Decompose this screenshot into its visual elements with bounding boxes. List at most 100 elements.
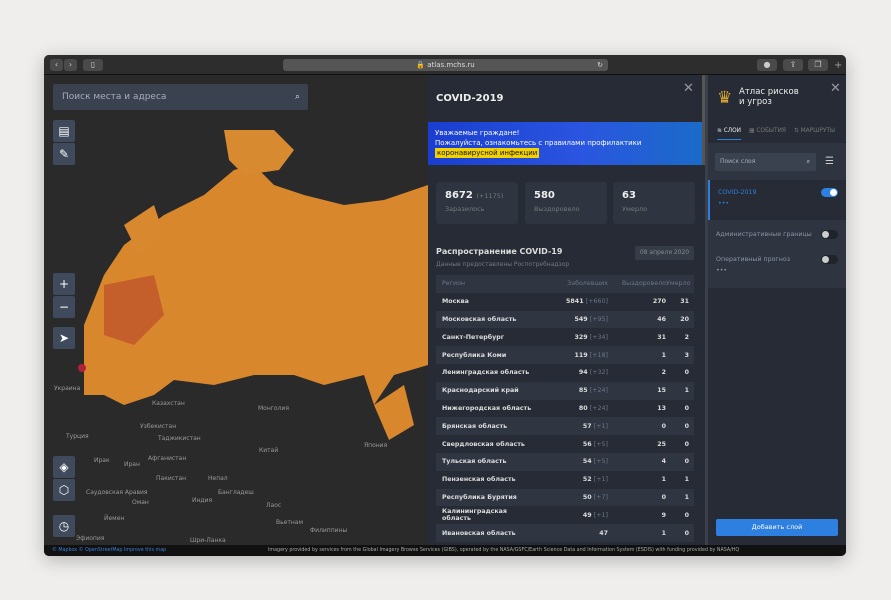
column-header[interactable]: Регион — [436, 280, 538, 287]
layer-covid[interactable]: COVID-2019 ••• — [708, 180, 846, 220]
map-label: Таджикистан — [158, 435, 201, 442]
deaths-cell: 2 — [684, 333, 689, 341]
table-header: Регион Заболевших Выздоровело Умерло — [436, 275, 694, 293]
recovered-cell: 9 — [661, 511, 666, 519]
map-label: Вьетнам — [276, 519, 303, 526]
share-icon[interactable]: ⇪ — [783, 59, 803, 71]
map-view[interactable]: Поиск места и адреса ⌕ ▤ ✎ + − ➤ ◈ ⬡ ◷ Ук… — [44, 75, 428, 545]
sidebar-tabs: ≋ СЛОИ ▦ СОБЫТИЯ ⇅ МАРШРУТЫ — [717, 128, 835, 140]
stat-value: 8672 — [445, 190, 473, 201]
info-banner[interactable]: Уважаемые граждане! Пожалуйста, ознакомь… — [428, 122, 705, 165]
attribution-link[interactable]: © Mapbox © OpenStreetMap Improve this ma… — [52, 545, 166, 556]
stat-recovered: 580 Выздоровело — [525, 182, 607, 224]
deaths-cell: 0 — [684, 529, 689, 537]
cases-cell: 50 [+7] — [582, 493, 608, 501]
more-icon[interactable]: ••• — [718, 200, 846, 207]
cases-cell: 54 [+5] — [582, 458, 608, 466]
reload-icon[interactable]: ↻ — [597, 59, 603, 71]
close-icon[interactable]: ✕ — [830, 81, 841, 96]
column-header[interactable]: Выздоровело — [608, 280, 666, 287]
table-row[interactable]: Тульская область 54 [+5] 4 0 — [436, 452, 694, 471]
ruler-button[interactable]: ✎ — [53, 143, 75, 165]
arctic-islands — [224, 130, 294, 175]
back-button[interactable]: ‹ — [50, 59, 63, 71]
map-label: Шри-Ланка — [190, 537, 226, 544]
layers-button[interactable]: ◈ — [53, 456, 75, 478]
table-row[interactable]: Ленинградская область 94 [+32] 2 0 — [436, 364, 694, 382]
browser-window: ‹ › ▯ 🔒 atlas.mchs.ru ↻ ● ⇪ ❐ + Поиск мес… — [44, 55, 846, 556]
map-search-input[interactable]: Поиск места и адреса ⌕ — [53, 84, 308, 110]
table-row[interactable]: Калининградская область 49 [+1] 9 0 — [436, 506, 694, 524]
cases-cell: 57 [+1] — [582, 422, 608, 430]
more-icon[interactable]: ••• — [716, 267, 846, 274]
table-row[interactable]: Ивановская область 47 1 0 — [436, 524, 694, 542]
layer-admin-borders[interactable]: Административные границы — [708, 230, 846, 239]
cases-cell: 56 [+5] — [582, 440, 608, 448]
forward-button[interactable]: › — [64, 59, 77, 71]
deaths-cell: 0 — [684, 511, 689, 519]
3d-button[interactable]: ⬡ — [53, 479, 75, 501]
deaths-cell: 31 — [680, 298, 689, 306]
table-row[interactable]: Пензенская область 52 [+1] 1 1 — [436, 471, 694, 489]
cases-cell: 329 [+34] — [574, 333, 608, 341]
map-label: Казахстан — [152, 400, 185, 407]
add-layer-button[interactable]: Добавить слой — [716, 519, 838, 536]
layer-search-input[interactable]: Поиск слоя ⌕ — [715, 153, 816, 171]
tab-layers[interactable]: ≋ СЛОИ — [717, 128, 742, 140]
table-row[interactable]: Санкт-Петербург 329 [+34] 31 2 — [436, 328, 694, 346]
recovered-cell: 4 — [661, 458, 666, 466]
sidebar-toggle-icon[interactable]: ▯ — [83, 59, 103, 71]
table-row[interactable]: Краснодарский край 85 [+24] 15 1 — [436, 381, 694, 400]
recovered-cell: 0 — [661, 422, 666, 430]
map-label: Саудовская Аравия — [86, 489, 148, 496]
privacy-icon[interactable]: ● — [757, 59, 777, 71]
layer-forecast[interactable]: Оперативный прогноз ••• — [708, 255, 846, 274]
cases-cell: 47 — [599, 529, 608, 537]
deaths-cell: 0 — [684, 404, 689, 412]
table-row[interactable]: Московская область 549 [+95] 46 20 — [436, 310, 694, 329]
table-row[interactable]: Свердловская область 56 [+5] 25 0 — [436, 435, 694, 453]
history-button[interactable]: ◷ — [53, 515, 75, 537]
close-icon[interactable]: ✕ — [683, 81, 694, 96]
new-tab-icon[interactable]: + — [834, 60, 842, 71]
cases-cell: 5841 [+660] — [566, 298, 608, 306]
recovered-cell: 15 — [657, 387, 666, 395]
tabs-icon[interactable]: ❐ — [808, 59, 828, 71]
zoom-out-button[interactable]: − — [53, 296, 75, 318]
locate-button[interactable]: ➤ — [53, 327, 75, 349]
map-label: Ирак — [94, 457, 110, 464]
tab-events[interactable]: ▦ СОБЫТИЯ — [749, 128, 786, 140]
address-bar[interactable]: 🔒 atlas.mchs.ru ↻ — [283, 59, 608, 71]
recovered-cell: 1 — [661, 351, 666, 359]
region-name: Ленинградская область — [442, 369, 530, 377]
column-header[interactable]: Умерло — [666, 280, 694, 287]
table-row[interactable]: Республика Коми 119 [+18] 1 3 — [436, 346, 694, 364]
search-icon[interactable]: ⌕ — [295, 84, 300, 110]
layer-toggle[interactable] — [821, 255, 838, 264]
cases-cell: 80 [+24] — [578, 404, 608, 412]
recovered-cell: 0 — [661, 493, 666, 501]
banner-highlight[interactable]: коронавирусной инфекции — [435, 148, 540, 158]
map-label: Пакистан — [156, 475, 187, 482]
tab-routes[interactable]: ⇅ МАРШРУТЫ — [794, 128, 835, 140]
search-icon[interactable]: ⌕ — [807, 153, 810, 171]
map-label: Китай — [259, 447, 279, 454]
column-header[interactable]: Заболевших — [538, 280, 608, 287]
date-badge: 08 апреля 2020 — [635, 246, 694, 260]
map-label: Иран — [124, 461, 140, 468]
layer-toggle[interactable] — [821, 188, 838, 197]
layer-toggle[interactable] — [821, 230, 838, 239]
table-row[interactable]: Москва 5841 [+660] 270 31 — [436, 293, 694, 311]
filter-icon[interactable]: ☰ — [825, 156, 834, 167]
table-row[interactable]: Брянская область 57 [+1] 0 0 — [436, 417, 694, 436]
table-row[interactable]: Республика Бурятия 50 [+7] 0 1 — [436, 488, 694, 507]
recovered-cell: 31 — [657, 333, 666, 341]
cases-cell: 549 [+95] — [574, 315, 608, 323]
print-button[interactable]: ▤ — [53, 120, 75, 142]
url-text: atlas.mchs.ru — [427, 61, 475, 69]
table-row[interactable]: Нижегородская область 80 [+24] 13 0 — [436, 400, 694, 418]
deaths-cell: 1 — [684, 387, 689, 395]
imagery-credit: Imagery provided by services from the Gl… — [268, 548, 740, 553]
zoom-in-button[interactable]: + — [53, 273, 75, 295]
map-label: Афганистан — [148, 455, 187, 462]
